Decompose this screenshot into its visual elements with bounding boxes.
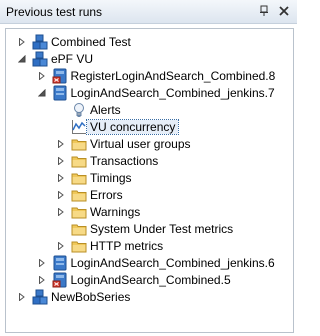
folder-icon	[71, 238, 87, 254]
test-runs-tree[interactable]: Combined Test ePF VU RegisterLoginAndSea…	[5, 28, 294, 333]
tree-item-label: Transactions	[90, 154, 159, 168]
expand-arrow-icon[interactable]	[57, 191, 65, 199]
previous-test-runs-panel: Previous test runs Combined Test ePF VU	[0, 0, 297, 336]
blocks-icon	[32, 289, 48, 305]
expand-arrow-icon[interactable]	[18, 38, 26, 46]
collapse-arrow-icon[interactable]	[37, 89, 46, 97]
tree-item[interactable]: VU concurrency	[6, 118, 295, 136]
tree-item[interactable]: System Under Test metrics	[6, 220, 295, 238]
expand-arrow-icon[interactable]	[57, 242, 65, 250]
folder-icon	[71, 153, 87, 169]
tree-item-label: ePF VU	[51, 52, 94, 66]
tree-item[interactable]: LoginAndSearch_Combined_jenkins.7	[6, 84, 295, 102]
tree-item[interactable]: NewBobSeries	[6, 288, 295, 306]
tree-item[interactable]: Alerts	[6, 101, 295, 119]
tree-item[interactable]: Transactions	[6, 152, 295, 170]
tree-item-label: HTTP metrics	[90, 239, 164, 253]
tree-item-label: System Under Test metrics	[90, 222, 234, 236]
expand-arrow-icon[interactable]	[57, 208, 65, 216]
tree-item-label: Virtual user groups	[90, 137, 191, 151]
tree-item-label: Alerts	[90, 103, 121, 117]
tree-item-label: Warnings	[90, 205, 141, 219]
folder-icon	[71, 221, 87, 237]
panel-title: Previous test runs	[6, 5, 103, 19]
expand-arrow-icon[interactable]	[38, 259, 46, 267]
tree-item[interactable]: HTTP metrics	[6, 237, 295, 255]
tree-item[interactable]: LoginAndSearch_Combined_jenkins.6	[6, 254, 295, 272]
run-icon	[52, 255, 68, 271]
run-error-icon	[52, 272, 68, 288]
tree-item[interactable]: Timings	[6, 169, 295, 187]
expand-arrow-icon[interactable]	[18, 293, 26, 301]
tree-item[interactable]: Combined Test	[6, 33, 295, 51]
tree-item-label: Timings	[90, 171, 132, 185]
folder-icon	[71, 204, 87, 220]
tree-item-label: LoginAndSearch_Combined_jenkins.7	[70, 86, 275, 100]
tree-item[interactable]: Virtual user groups	[6, 135, 295, 153]
tree-item-label: VU concurrency	[85, 119, 180, 135]
expand-arrow-icon[interactable]	[38, 276, 46, 284]
expand-arrow-icon[interactable]	[57, 157, 65, 165]
tree-item-label: Combined Test	[51, 35, 131, 49]
expand-arrow-icon[interactable]	[38, 72, 46, 80]
tree-item-label: LoginAndSearch_Combined_jenkins.6	[70, 256, 275, 270]
folder-icon	[71, 136, 87, 152]
close-icon[interactable]	[276, 3, 292, 19]
collapse-arrow-icon[interactable]	[18, 55, 26, 63]
tree-item-label: Errors	[90, 188, 123, 202]
tree-item[interactable]: LoginAndSearch_Combined.5	[6, 271, 295, 289]
tree-item-label: LoginAndSearch_Combined.5	[70, 273, 231, 287]
blocks-icon	[32, 34, 48, 50]
tree-item[interactable]: ePF VU	[6, 50, 295, 68]
chart-icon	[71, 119, 87, 135]
tree-item[interactable]: Warnings	[6, 203, 295, 221]
pin-icon[interactable]	[256, 3, 272, 19]
lightbulb-icon	[71, 102, 87, 118]
expand-arrow-icon[interactable]	[57, 140, 65, 148]
panel-titlebar: Previous test runs	[0, 0, 297, 24]
blocks-icon	[32, 51, 48, 67]
expand-arrow-icon[interactable]	[57, 174, 65, 182]
run-error-icon	[52, 68, 68, 84]
tree-item[interactable]: RegisterLoginAndSearch_Combined.8	[6, 67, 295, 85]
tree-item[interactable]: Errors	[6, 186, 295, 204]
folder-icon	[71, 170, 87, 186]
folder-icon	[71, 187, 87, 203]
tree-item-label: RegisterLoginAndSearch_Combined.8	[70, 69, 276, 83]
run-icon	[52, 85, 68, 101]
tree-item-label: NewBobSeries	[51, 290, 131, 304]
